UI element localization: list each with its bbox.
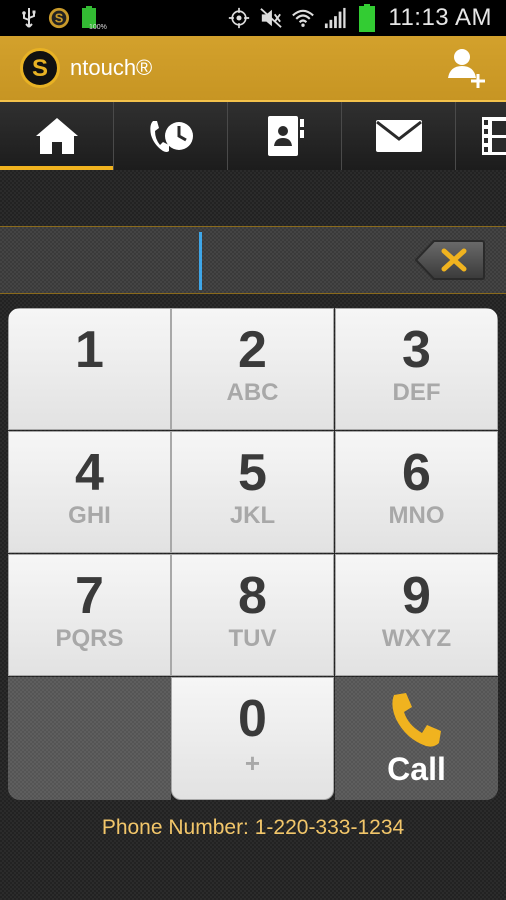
key-digit: 0 xyxy=(238,690,267,748)
key-3[interactable]: 3 DEF xyxy=(335,308,498,430)
status-bar: S 100% 11:13 AM xyxy=(0,0,506,36)
key-digit: 2 xyxy=(238,321,267,379)
call-button[interactable]: Call xyxy=(335,678,498,800)
key-digit: 3 xyxy=(402,321,431,379)
key-8[interactable]: 8 TUV xyxy=(171,554,334,676)
key-letters: MNO xyxy=(388,502,445,529)
svg-text:S: S xyxy=(32,55,48,82)
key-0[interactable]: 0 + xyxy=(171,677,334,800)
ntouch-notification-icon: S xyxy=(48,7,70,29)
film-icon xyxy=(482,117,506,155)
tab-home[interactable] xyxy=(0,102,114,170)
app-title: ntouch® xyxy=(70,55,153,80)
key-1[interactable]: 1 xyxy=(8,308,171,430)
key-digit: 1 xyxy=(75,321,104,379)
key-digit: 5 xyxy=(238,444,267,502)
backspace-button[interactable] xyxy=(414,239,486,281)
usb-icon xyxy=(18,7,40,29)
key-7[interactable]: 7 PQRS xyxy=(8,554,171,676)
key-digit: 9 xyxy=(402,567,431,625)
wifi-icon xyxy=(292,7,315,29)
key-5[interactable]: 5 JKL xyxy=(171,431,334,553)
battery-full-icon xyxy=(356,4,378,32)
key-letters: ABC xyxy=(226,379,279,406)
contacts-icon xyxy=(267,116,304,156)
phone-icon xyxy=(391,692,441,747)
mute-icon xyxy=(260,7,283,29)
add-contact-icon xyxy=(448,49,485,88)
key-2[interactable]: 2 ABC xyxy=(171,308,334,430)
key-letters: + xyxy=(244,748,261,778)
dial-input-field[interactable] xyxy=(0,226,506,294)
key-letters: JKL xyxy=(229,502,276,529)
my-phone-number: Phone Number: 1-220-333-1234 xyxy=(101,816,405,839)
signal-icon xyxy=(324,7,346,29)
key-letters: GHI xyxy=(68,502,111,529)
key-4[interactable]: 4 GHI xyxy=(8,431,171,553)
tab-messages[interactable] xyxy=(342,102,456,170)
home-icon xyxy=(35,118,78,154)
key-letters: WXYZ xyxy=(381,625,452,652)
call-history-icon xyxy=(149,121,193,152)
keypad-empty-cell xyxy=(8,677,171,800)
key-9[interactable]: 9 WXYZ xyxy=(335,554,498,676)
mail-icon xyxy=(375,120,422,152)
backspace-icon xyxy=(414,240,485,280)
key-digit: 6 xyxy=(402,444,431,502)
battery-percent-label: 100% xyxy=(89,24,107,31)
key-digit: 8 xyxy=(238,567,267,625)
key-letters: TUV xyxy=(228,625,277,652)
key-digit: 7 xyxy=(75,567,104,625)
key-letters: DEF xyxy=(392,379,441,406)
dial-keypad: 1 2 ABC 3 DEF 4 GHI 5 JKL 6 MNO 7 PQRS 8… xyxy=(8,308,498,800)
tab-bar xyxy=(0,102,506,170)
gps-icon xyxy=(228,7,250,29)
app-bar: S ntouch® xyxy=(0,36,506,102)
tab-call-history[interactable] xyxy=(114,102,228,170)
text-cursor xyxy=(199,232,202,290)
svg-text:S: S xyxy=(55,11,64,26)
tab-videos[interactable] xyxy=(456,102,506,170)
status-time: 11:13 AM xyxy=(388,4,492,31)
add-contact-button[interactable] xyxy=(446,46,486,90)
key-6[interactable]: 6 MNO xyxy=(335,431,498,553)
ntouch-logo: S xyxy=(20,48,60,88)
tab-contacts[interactable] xyxy=(228,102,342,170)
call-label: Call xyxy=(387,750,446,787)
key-digit: 4 xyxy=(75,444,104,502)
key-letters: PQRS xyxy=(55,625,124,652)
